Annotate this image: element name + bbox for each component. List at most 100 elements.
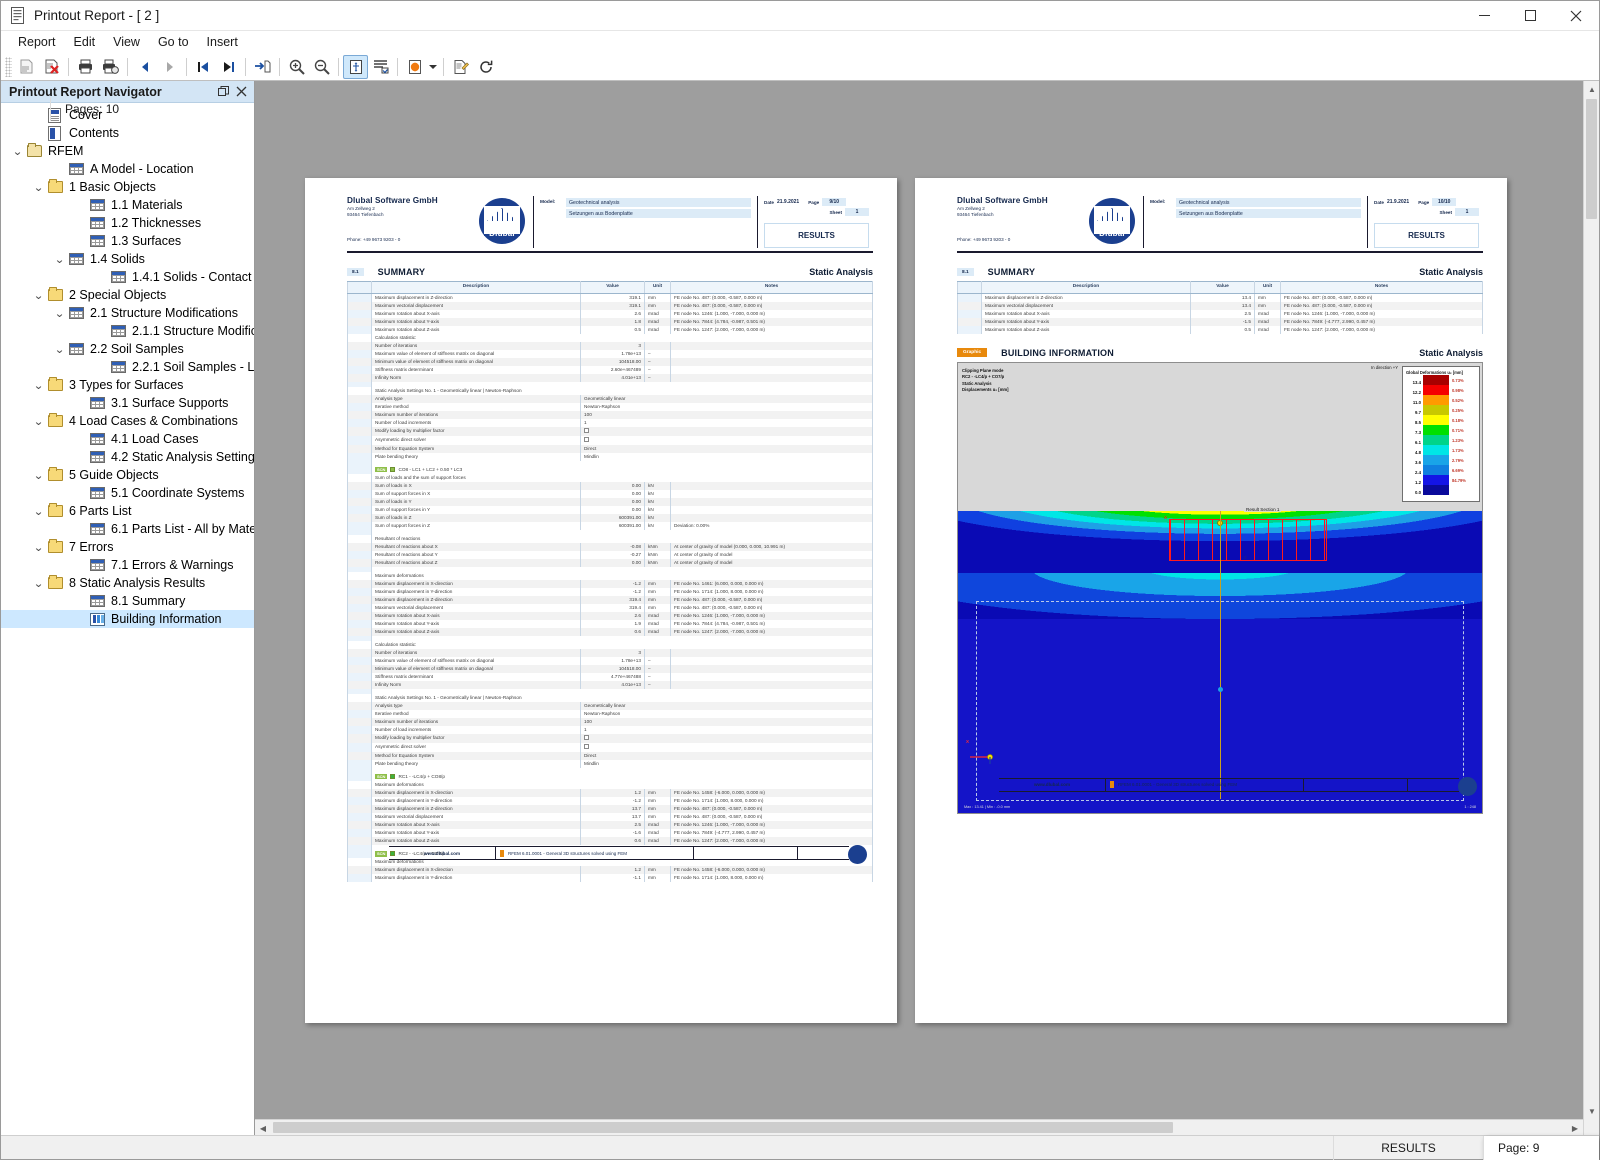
table-row[interactable]: Maximum rotation about X-axis 2.5 mrad FE n…	[347, 821, 873, 830]
last-page-icon[interactable]	[216, 55, 241, 79]
table-row[interactable]: Maximum rotation about Z-axis 0.6 mrad FE n…	[347, 837, 873, 846]
scroll-down-icon[interactable]: ▼	[1584, 1103, 1599, 1119]
table-row[interactable]: Plate bending theory Mindlin	[347, 452, 873, 461]
building-information-figure[interactable]: Clipping Plane mode RC2 - -LC4/p + CO7/p S…	[957, 361, 1483, 814]
vertical-scroll-thumb[interactable]	[1586, 99, 1597, 219]
go-to-page-icon[interactable]	[250, 55, 275, 79]
table-row[interactable]: Maximum number of iterations 100	[347, 410, 873, 419]
navigator-close-icon[interactable]	[232, 83, 250, 101]
next-page-icon[interactable]	[157, 55, 182, 79]
zoom-in-icon[interactable]	[284, 55, 309, 79]
vertical-scrollbar[interactable]: ▲ ▼	[1583, 81, 1599, 1135]
table-row[interactable]: Maximum displacement in Y-direction -1.2 m…	[347, 588, 873, 597]
tree-expander-icon[interactable]: ⌄	[51, 250, 69, 268]
table-row[interactable]: Plate bending theory Mindlin	[347, 760, 873, 769]
tree-item-rfem[interactable]: ⌄ RFEM	[1, 142, 254, 160]
table-row[interactable]: Resultant of reactions about Z 0.00 kNm At …	[347, 559, 873, 568]
horizontal-scrollbar[interactable]: ◀ ▶	[255, 1119, 1583, 1135]
table-row[interactable]: Maximum displacement in Z-direction 319.1…	[347, 293, 873, 302]
tree-item-4-1-load-cases[interactable]: 4.1 Load Cases	[1, 430, 254, 448]
tree-item-8-1-summary[interactable]: 8.1 Summary	[1, 592, 254, 610]
tree-expander-icon[interactable]: ⌄	[30, 574, 48, 592]
table-row[interactable]: Maximum rotation about X-axis 2.6 mrad FE n…	[347, 612, 873, 621]
table-row[interactable]: Maximum rotation about Y-axis -1.6 mrad FE …	[347, 829, 873, 838]
tree-expander-icon[interactable]: ⌄	[30, 178, 48, 196]
tree-item-2-1-1-structure-modifications[interactable]: 2.1.1 Structure Modifications…	[1, 322, 254, 340]
row-checkbox[interactable]	[580, 426, 873, 436]
tree-item-2-2-soil-samples[interactable]: ⌄ 2.2 Soil Samples	[1, 340, 254, 358]
table-row[interactable]: Sum of support forces in X 0.00 kN	[347, 490, 873, 499]
table-row[interactable]: Maximum displacement in Z-direction 319.4…	[347, 596, 873, 605]
table-row[interactable]: Maximum rotation about Z-axis 0.5 mrad FE n…	[347, 325, 873, 334]
report-page-left[interactable]: Dlubal Software GmbH Am Zellweg 2 93464 …	[305, 178, 897, 1023]
menu-view[interactable]: View	[104, 33, 149, 51]
fit-page-icon[interactable]	[343, 54, 368, 79]
table-row[interactable]: Maximum vectorial displacement 13.7 mm FE n…	[347, 813, 873, 822]
table-row[interactable]: Infinity Norm 4.01e+13–	[347, 681, 873, 690]
tree-item-5-guide-objects[interactable]: ⌄ 5 Guide Objects	[1, 466, 254, 484]
table-row[interactable]: Sum of loads in Y 0.00 kN	[347, 498, 873, 507]
table-row[interactable]: Maximum rotation about Y-axis 1.8 mrad FE n…	[347, 317, 873, 326]
tree-item-2-2-1-soil-samples-layers[interactable]: 2.2.1 Soil Samples - Layers	[1, 358, 254, 376]
table-row[interactable]: Method for Equation System Direct	[347, 444, 873, 453]
tree-item-1-3-surfaces[interactable]: 1.3 Surfaces	[1, 232, 254, 250]
checkbox-icon[interactable]	[584, 734, 589, 740]
minimize-button[interactable]	[1461, 1, 1507, 31]
tree-expander-icon[interactable]: ⌄	[30, 466, 48, 484]
table-row[interactable]: Maximum rotation about X-axis 2.6 mrad FE n…	[347, 309, 873, 318]
table-row[interactable]: Maximum displacement in X-direction 1.2 mm…	[347, 789, 873, 798]
table-row[interactable]: Analysis type Geometrically linear	[347, 394, 873, 403]
footer-website[interactable]: www.dlubal.com	[389, 847, 495, 859]
menu-goto[interactable]: Go to	[149, 33, 198, 51]
table-row[interactable]: Maximum displacement in Y-direction -1.2 m…	[347, 797, 873, 806]
table-row[interactable]: Stiffness matrix determinant 4.77e+467488…	[347, 673, 873, 682]
table-row[interactable]: Maximum rotation about Z-axis 0.6 mrad FE n…	[347, 628, 873, 637]
row-checkbox[interactable]	[580, 743, 873, 753]
table-row[interactable]: Infinity Norm 4.01e+13–	[347, 373, 873, 382]
table-row[interactable]: Maximum rotation about Z-axis 0.5 mrad FE n…	[957, 325, 1483, 334]
table-combination-row[interactable]: SCN RC1 - -LC4/p + CO8/p	[347, 773, 873, 782]
tree-item-1-1-materials[interactable]: 1.1 Materials	[1, 196, 254, 214]
tree-item-7-1-errors-warnings[interactable]: 7.1 Errors & Warnings	[1, 556, 254, 574]
zoom-out-icon[interactable]	[309, 55, 334, 79]
tree-expander-icon[interactable]: ⌄	[51, 304, 69, 322]
table-row[interactable]: Minimum value of element of stiffness ma…	[347, 665, 873, 674]
scroll-left-icon[interactable]: ◀	[255, 1120, 271, 1135]
tree-expander-icon[interactable]: ⌄	[9, 142, 27, 160]
table-row[interactable]: Maximum rotation about X-axis 2.5 mrad FE n…	[957, 309, 1483, 318]
tree-item-3-1-surface-supports[interactable]: 3.1 Surface Supports	[1, 394, 254, 412]
table-row[interactable]: Sum of support forces in Z 600391.00 kN Dev…	[347, 522, 873, 531]
table-row[interactable]: Maximum rotation about Y-axis -1.5 mrad FE …	[957, 317, 1483, 326]
tree-expander-icon[interactable]: ⌄	[30, 412, 48, 430]
two-pages-icon[interactable]	[368, 55, 393, 79]
tree-item-3-types-for-surfaces[interactable]: ⌄ 3 Types for Surfaces	[1, 376, 254, 394]
table-row[interactable]: Method for Equation System Direct	[347, 752, 873, 761]
table-row[interactable]: Number of load increments 1	[347, 418, 873, 427]
table-row[interactable]: Resultant of reactions about X -0.08 kNm At…	[347, 543, 873, 552]
edit-report-icon[interactable]	[448, 55, 473, 79]
footer-website[interactable]: www.dlubal.com	[999, 779, 1105, 791]
table-row[interactable]: Maximum rotation about Y-axis 1.9 mrad FE n…	[347, 620, 873, 629]
print-icon[interactable]	[73, 55, 98, 79]
menu-edit[interactable]: Edit	[65, 33, 105, 51]
tree-item-8-static-analysis-results[interactable]: ⌄ 8 Static Analysis Results	[1, 574, 254, 592]
document-viewport[interactable]: Dlubal Software GmbH Am Zellweg 2 93464 …	[255, 81, 1599, 1135]
scroll-up-icon[interactable]: ▲	[1584, 81, 1599, 97]
checkbox-icon[interactable]	[584, 427, 589, 433]
table-row[interactable]: Maximum value of element of stiffness ma…	[347, 657, 873, 666]
table-row[interactable]: Maximum displacement in Y-direction -1.1 m…	[347, 874, 873, 883]
menu-insert[interactable]: Insert	[198, 33, 247, 51]
menu-report[interactable]: Report	[9, 33, 65, 51]
tree-item-6-parts-list[interactable]: ⌄ 6 Parts List	[1, 502, 254, 520]
tree-item-building-information[interactable]: Building Information	[1, 610, 254, 628]
report-page-right[interactable]: Dlubal Software GmbH Am Zellweg 2 93464 …	[915, 178, 1507, 1023]
table-row[interactable]: Number of iterations 3	[347, 341, 873, 350]
table-row[interactable]: Modify loading by multiplier factor	[347, 426, 873, 436]
toolbar-grip[interactable]	[5, 56, 12, 77]
table-row[interactable]: Maximum displacement in X-direction 1.2 mm…	[347, 866, 873, 875]
table-combination-row[interactable]: SCN CO8 - LC1 + LC2 + 0.50 * LC3	[347, 465, 873, 475]
row-checkbox[interactable]	[580, 435, 873, 445]
tree-item-1-4-1-solids-contact[interactable]: 1.4.1 Solids - Contact	[1, 268, 254, 286]
scroll-right-icon[interactable]: ▶	[1567, 1120, 1583, 1135]
tree-expander-icon[interactable]: ⌄	[30, 538, 48, 556]
